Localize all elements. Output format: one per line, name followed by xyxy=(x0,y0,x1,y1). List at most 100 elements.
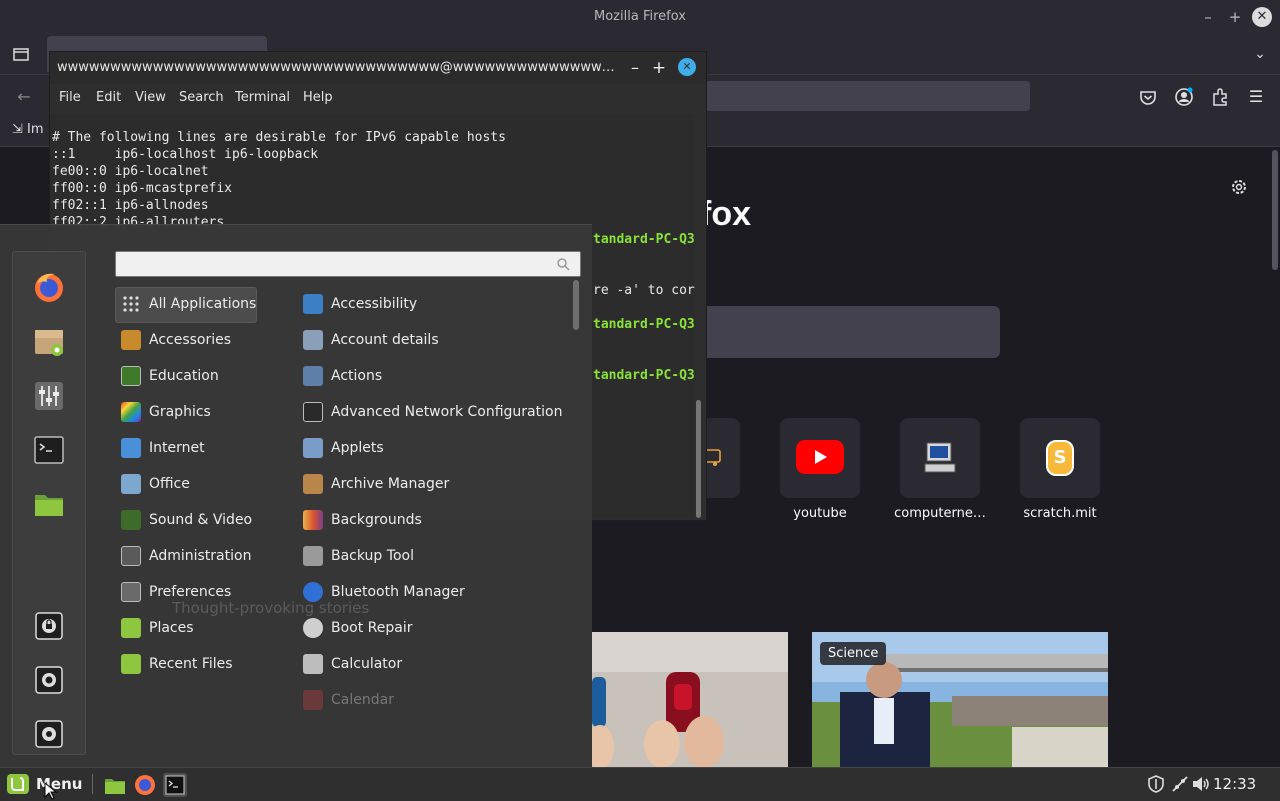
favorite-system-settings-icon[interactable] xyxy=(31,378,67,414)
computer-icon xyxy=(924,442,956,473)
terminal-scrollbar[interactable] xyxy=(696,400,701,518)
account-details-icon xyxy=(303,330,323,350)
folder-icon xyxy=(121,618,141,638)
calculator-icon xyxy=(303,654,323,674)
youtube-icon xyxy=(796,440,844,474)
shield-icon[interactable] xyxy=(1146,774,1166,794)
terminal-menubar: File Edit View Search Terminal Help xyxy=(50,84,706,112)
terminal-line: # The following lines are desirable for … xyxy=(52,130,506,145)
volume-icon[interactable] xyxy=(1191,774,1211,794)
close-button[interactable]: ✕ xyxy=(1252,7,1272,27)
story-category-badge: Science xyxy=(820,642,887,665)
logout-icon[interactable] xyxy=(31,662,67,698)
terminal-line: ff00::0 ip6-mcastprefix xyxy=(52,181,233,196)
taskbar-terminal-icon[interactable] xyxy=(163,773,187,797)
network-disconnected-icon[interactable] xyxy=(1170,774,1190,794)
sound-video-icon xyxy=(121,510,141,530)
menu-help[interactable]: Help xyxy=(303,84,333,112)
favorite-firefox-icon[interactable] xyxy=(31,270,67,306)
recent-folder-icon xyxy=(121,654,141,674)
menu-file[interactable]: File xyxy=(59,84,81,112)
menu-search[interactable]: Search xyxy=(179,84,224,112)
menu-search-input[interactable] xyxy=(115,251,581,277)
terminal-title: wwwwwwwwwwwwwwwwwwwwwwwwwwwwwwwwwwww@www… xyxy=(57,60,622,75)
category-label: Preferences xyxy=(149,584,232,600)
maximize-button[interactable]: + xyxy=(1224,6,1246,28)
firefox-window-title: Mozilla Firefox xyxy=(594,9,686,24)
shortcut-label: scratch.mit xyxy=(1023,506,1097,521)
search-icon xyxy=(557,258,570,271)
app-label: Calculator xyxy=(331,656,403,672)
shortcut-tile-scratch[interactable]: S xyxy=(1020,418,1100,498)
tab-overview-icon[interactable] xyxy=(8,41,34,67)
terminal-close-button[interactable]: ✕ xyxy=(678,58,696,76)
menu-scrollbar[interactable] xyxy=(573,280,579,330)
taskbar-files-icon[interactable] xyxy=(103,773,127,797)
taskbar-firefox-icon[interactable] xyxy=(133,773,157,797)
backgrounds-icon xyxy=(303,510,323,530)
extensions-icon[interactable] xyxy=(1206,83,1234,111)
backup-tool-icon xyxy=(303,546,323,566)
app-label: Backgrounds xyxy=(331,512,422,528)
terminal-line: fe00::0 ip6-localnet xyxy=(52,164,209,179)
menu-view[interactable]: View xyxy=(135,84,166,112)
shutdown-icon[interactable] xyxy=(31,716,67,752)
calendar-icon xyxy=(303,690,323,710)
gear-icon[interactable] xyxy=(1228,176,1250,198)
archive-manager-icon xyxy=(303,474,323,494)
category-label: All Applications xyxy=(149,296,257,312)
shortcut-tile-computernewb[interactable] xyxy=(900,418,980,498)
taskbar-separator xyxy=(92,774,93,794)
scratch-icon: S xyxy=(1046,440,1074,476)
terminal-prompt-fragment: tandard-PC-Q3 xyxy=(593,317,695,332)
chevron-down-icon[interactable]: ⌄ xyxy=(1246,40,1274,68)
terminal-maximize-button[interactable]: + xyxy=(648,57,670,79)
back-arrow-icon[interactable]: ← xyxy=(10,83,38,111)
import-icon: ⇲ xyxy=(12,122,23,137)
grid-icon xyxy=(123,296,139,312)
account-icon[interactable] xyxy=(1170,83,1198,111)
applets-icon xyxy=(303,438,323,458)
accessibility-icon xyxy=(303,294,323,314)
terminal-prompt-fragment: tandard-PC-Q3 xyxy=(593,232,695,247)
graphics-icon xyxy=(121,402,141,422)
pocket-icon[interactable] xyxy=(1134,83,1162,111)
favorite-files-icon[interactable] xyxy=(31,486,67,522)
category-label: Graphics xyxy=(149,404,211,420)
app-label: Applets xyxy=(331,440,384,456)
favorites-panel xyxy=(12,251,86,755)
favorite-terminal-icon[interactable] xyxy=(31,432,67,468)
import-bookmarks-link[interactable]: ⇲ Im xyxy=(12,122,44,137)
app-label: Boot Repair xyxy=(331,620,413,636)
clock[interactable]: 12:33 xyxy=(1213,768,1256,801)
menu-edit[interactable]: Edit xyxy=(96,84,121,112)
accessories-icon xyxy=(121,330,141,350)
app-label: Advanced Network Configuration xyxy=(331,404,563,420)
mint-logo-icon xyxy=(7,774,29,794)
story-card-image[interactable] xyxy=(592,632,788,768)
start-menu-button[interactable]: Menu xyxy=(4,770,82,799)
category-label: Administration xyxy=(149,548,252,564)
app-label: Accessibility xyxy=(331,296,418,312)
hamburger-menu-icon[interactable]: ☰ xyxy=(1242,83,1270,111)
taskbar: Menu 12:33 xyxy=(0,767,1280,801)
terminal-minimize-button[interactable]: – xyxy=(624,57,646,79)
app-label: Account details xyxy=(331,332,439,348)
shortcut-tile-youtube[interactable] xyxy=(780,418,860,498)
minimize-button[interactable]: – xyxy=(1197,6,1219,28)
lock-screen-icon[interactable] xyxy=(31,608,67,644)
menu-button-label: Menu xyxy=(36,775,83,793)
boot-repair-icon xyxy=(303,618,323,638)
terminal-text-fragment: re -a' to cor xyxy=(593,283,695,298)
firefox-scrollbar[interactable] xyxy=(1272,150,1278,270)
terminal-line: ::1 ip6-localhost ip6-loopback xyxy=(52,147,319,162)
category-label: Recent Files xyxy=(149,656,233,672)
url-bar[interactable] xyxy=(700,81,1030,111)
menu-terminal[interactable]: Terminal xyxy=(235,84,290,112)
terminal-line: ff02::1 ip6-allnodes xyxy=(52,198,209,213)
internet-icon xyxy=(121,438,141,458)
app-label: Calendar xyxy=(331,692,394,708)
actions-icon xyxy=(303,366,323,386)
bluetooth-icon xyxy=(303,582,323,602)
favorite-software-manager-icon[interactable] xyxy=(31,324,67,360)
